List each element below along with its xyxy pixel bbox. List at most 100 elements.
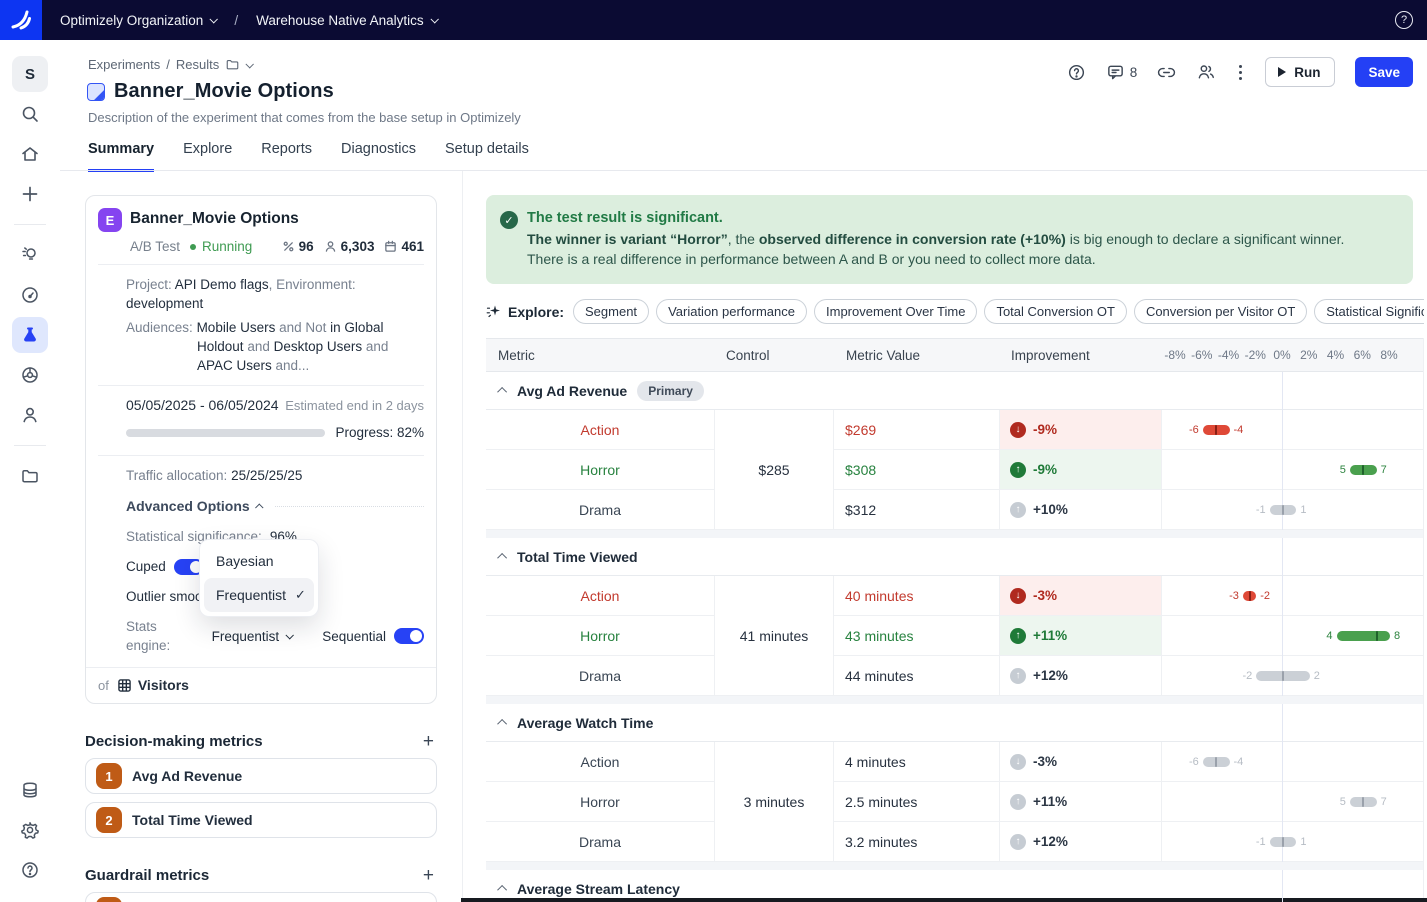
divider: [98, 455, 424, 456]
metric-item-avg-ad-revenue[interactable]: 1 Avg Ad Revenue: [85, 758, 437, 794]
tab-setup-details[interactable]: Setup details: [445, 141, 529, 172]
group-separator: [486, 530, 1423, 538]
home-icon[interactable]: [12, 136, 48, 172]
collapse-chevron-icon: [497, 719, 507, 729]
group-header[interactable]: Total Time Viewed: [486, 538, 1423, 576]
help-circle-icon[interactable]: [1067, 63, 1086, 82]
comments-count: 8: [1130, 65, 1138, 80]
folder-icon[interactable]: [12, 458, 48, 494]
confidence-bar: 48: [1337, 631, 1391, 641]
metric-value: $269: [834, 410, 999, 450]
arrow-up-badge-icon: ↑: [1010, 628, 1026, 644]
metric-value: 4 minutes: [834, 742, 999, 782]
col-header-metric-value: Metric Value: [834, 348, 999, 363]
metric-count-stat: 96: [282, 239, 314, 254]
search-icon[interactable]: [12, 96, 48, 132]
group-header[interactable]: Avg Ad Revenue Primary: [486, 372, 1423, 410]
app-window: Optimizely Organization / Warehouse Nati…: [0, 0, 1427, 902]
stats-engine-dropdown-trigger[interactable]: Frequentist: [212, 627, 293, 646]
ideas-icon[interactable]: [12, 237, 48, 273]
col-header-control: Control: [714, 348, 834, 363]
confidence-bar: -11: [1270, 505, 1297, 515]
support-icon[interactable]: [12, 852, 48, 888]
save-button[interactable]: Save: [1355, 57, 1413, 87]
tab-bar: Summary Explore Reports Diagnostics Setu…: [88, 141, 529, 172]
tab-diagnostics[interactable]: Diagnostics: [341, 141, 416, 172]
metric-item-total-time-viewed[interactable]: 2 Total Time Viewed: [85, 802, 437, 838]
rollouts-icon[interactable]: [12, 357, 48, 393]
visitors-unit[interactable]: Visitors: [117, 677, 189, 693]
org-switcher[interactable]: Optimizely Organization: [60, 13, 216, 28]
play-icon: [1278, 67, 1286, 77]
viewport-bottom-edge: [461, 898, 1427, 902]
chip-conversion-per-visitor-ot[interactable]: Conversion per Visitor OT: [1134, 299, 1307, 324]
collaborators-icon[interactable]: [1196, 62, 1216, 82]
add-guardrail-metric-button[interactable]: +: [420, 869, 437, 883]
tab-reports[interactable]: Reports: [261, 141, 312, 172]
chip-improvement-over-time[interactable]: Improvement Over Time: [814, 299, 977, 324]
stats-engine-line: Stats engine: Frequentist Sequential: [126, 617, 424, 655]
confidence-bar-cell: 48: [1161, 616, 1423, 656]
experiment-type: A/B Test: [130, 239, 180, 254]
primary-pill: Primary: [637, 381, 704, 401]
percent-icon: [282, 240, 295, 253]
chip-segment[interactable]: Segment: [573, 299, 649, 324]
advanced-options-toggle[interactable]: Advanced Options: [126, 497, 424, 516]
tab-explore[interactable]: Explore: [183, 141, 232, 172]
sparkle-icon: [486, 304, 502, 320]
confidence-bar: -3-2: [1243, 591, 1256, 601]
help-icon[interactable]: ?: [1395, 11, 1413, 29]
experiment-type-icon: [87, 83, 105, 101]
chip-statistical-significance-ot[interactable]: Statistical Significance OT: [1314, 299, 1424, 324]
run-button[interactable]: Run: [1265, 57, 1335, 87]
calendar-icon: [384, 240, 397, 253]
chip-total-conversion-ot[interactable]: Total Conversion OT: [984, 299, 1127, 324]
create-icon[interactable]: [12, 176, 48, 212]
metric-value: $312: [834, 490, 999, 530]
arrow-up-badge-icon: ↑: [1010, 668, 1026, 684]
confidence-bar-cell: 57: [1161, 450, 1423, 490]
variant-name: Action: [486, 576, 714, 616]
experiments-icon[interactable]: [12, 317, 48, 353]
collapse-chevron-icon: [497, 885, 507, 895]
collapse-chevron-icon: [497, 553, 507, 563]
chip-variation-performance[interactable]: Variation performance: [656, 299, 807, 324]
comments-button[interactable]: 8: [1106, 63, 1138, 82]
breadcrumb-results[interactable]: Results: [176, 57, 219, 72]
dropdown-option-bayesian[interactable]: Bayesian: [204, 544, 314, 578]
divider: [98, 385, 424, 386]
check-circle-icon: ✓: [500, 211, 518, 229]
improvement-cell: ↑+12%: [999, 656, 1161, 696]
top-navigation-bar: Optimizely Organization / Warehouse Nati…: [0, 0, 1427, 40]
avatar[interactable]: S: [12, 56, 48, 92]
metric-value: 2.5 minutes: [834, 782, 999, 822]
control-value: $285: [714, 410, 834, 530]
confidence-bar-cell: -3-2: [1161, 576, 1423, 616]
more-options-icon[interactable]: [1236, 65, 1245, 80]
audience-icon[interactable]: [12, 397, 48, 433]
metric-item-average-watch-time[interactable]: 3 Average Watch Time: [85, 892, 437, 902]
metric-value: 3.2 minutes: [834, 822, 999, 862]
metric-value: 44 minutes: [834, 656, 999, 696]
confidence-bar: -22: [1256, 671, 1310, 681]
product-switcher[interactable]: Warehouse Native Analytics: [256, 13, 437, 28]
share-link-icon[interactable]: [1157, 63, 1176, 82]
breadcrumb: Experiments / Results: [88, 57, 252, 72]
collapse-chevron-icon: [497, 387, 507, 397]
dropdown-option-frequentist[interactable]: Frequentist✓: [204, 578, 314, 612]
variant-name: Drama: [486, 656, 714, 696]
folder-icon[interactable]: [225, 57, 240, 72]
arrow-down-badge-icon: ↓: [1010, 754, 1026, 770]
settings-gear-icon[interactable]: [12, 812, 48, 848]
confidence-bar: 57: [1350, 797, 1377, 807]
sequential-toggle[interactable]: [394, 628, 424, 644]
tab-summary[interactable]: Summary: [88, 141, 154, 172]
add-decision-metric-button[interactable]: +: [420, 735, 437, 749]
improvement-cell: ↑+12%: [999, 822, 1161, 862]
optimizely-logo[interactable]: [0, 0, 42, 40]
gauge-icon[interactable]: [12, 277, 48, 313]
breadcrumb-experiments[interactable]: Experiments: [88, 57, 160, 72]
chevron-down-icon[interactable]: [246, 60, 254, 68]
group-header[interactable]: Average Watch Time: [486, 704, 1423, 742]
data-icon[interactable]: [12, 772, 48, 808]
